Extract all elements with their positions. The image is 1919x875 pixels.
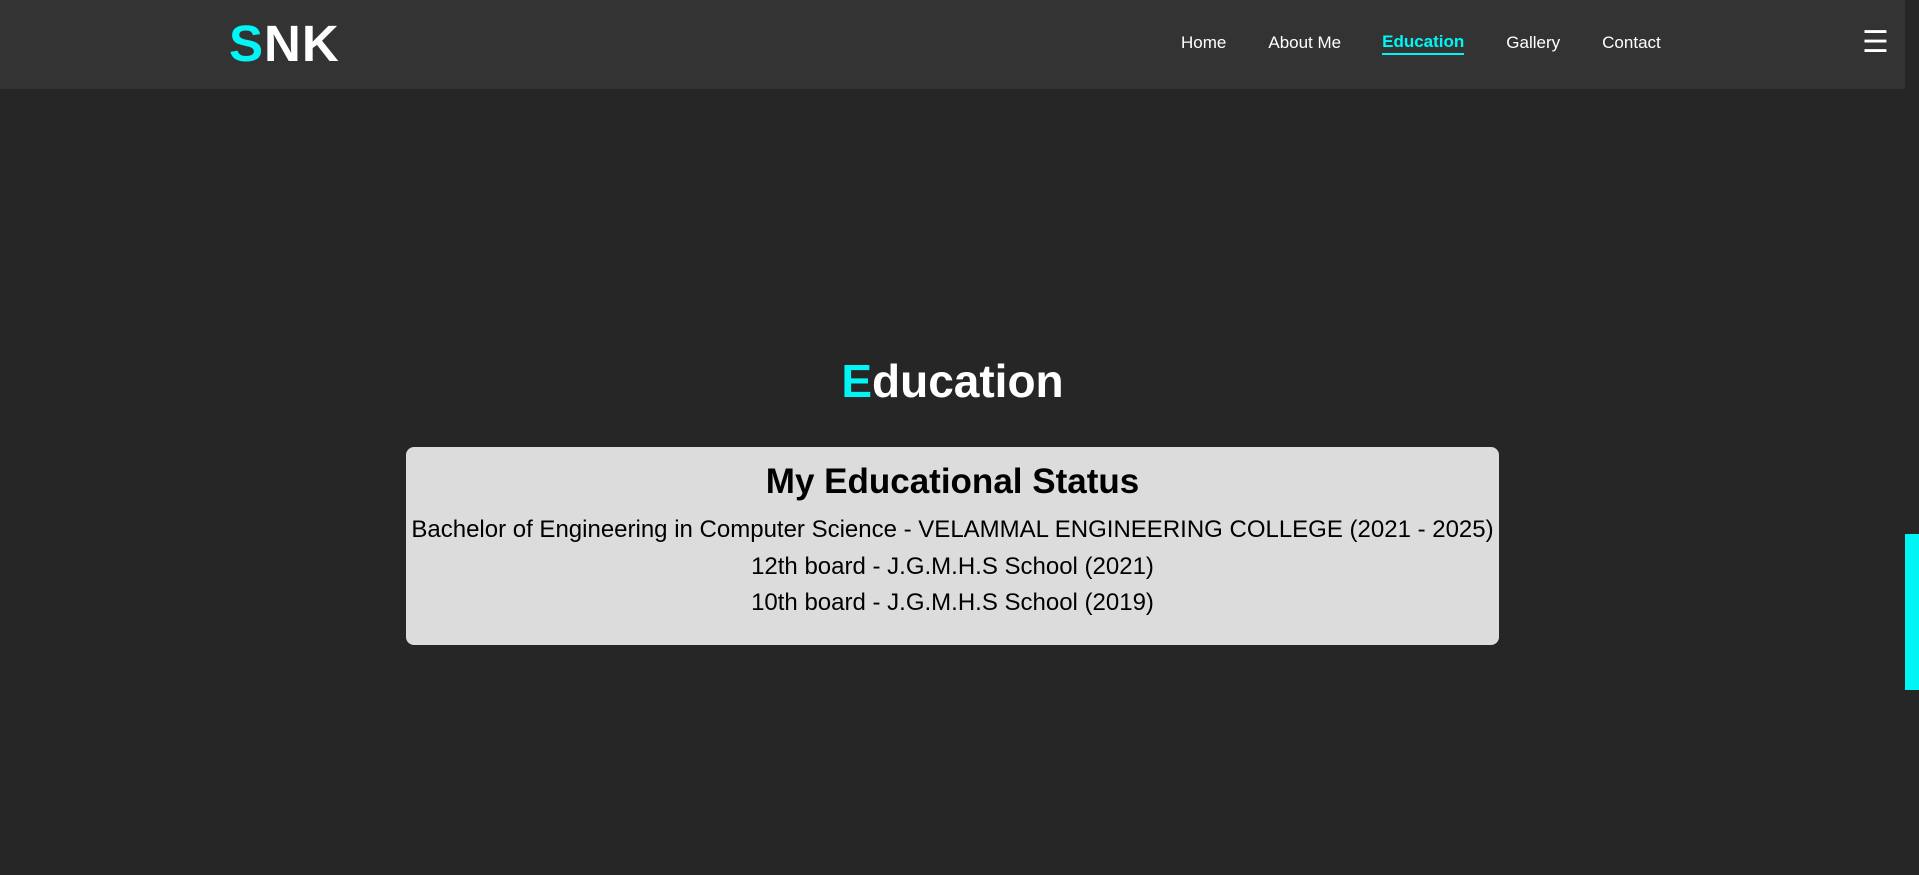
- title-text: ducation: [872, 355, 1064, 407]
- title-accent-letter: E: [841, 355, 872, 407]
- education-entry-10th: 10th board - J.G.M.H.S School (2019): [751, 589, 1154, 616]
- education-entry-bachelor: Bachelor of Engineering in Computer Scie…: [411, 516, 1494, 543]
- section-title: Education: [0, 352, 1905, 410]
- nav-gallery[interactable]: Gallery: [1506, 31, 1560, 55]
- scrollbar-track[interactable]: [1905, 0, 1919, 875]
- scrollbar-thumb[interactable]: [1905, 534, 1919, 690]
- nav-contact[interactable]: Contact: [1602, 31, 1661, 55]
- logo-accent-letter: S: [229, 15, 265, 72]
- hamburger-menu-icon[interactable]: ☰: [1862, 28, 1889, 58]
- card-title: My Educational Status: [765, 462, 1140, 501]
- main-nav: Home About Me Education Gallery Contact: [1181, 31, 1661, 55]
- page: SNK Home About Me Education Gallery Cont…: [0, 0, 1919, 875]
- nav-home[interactable]: Home: [1181, 31, 1226, 55]
- site-logo[interactable]: SNK: [229, 16, 340, 72]
- site-header: SNK Home About Me Education Gallery Cont…: [0, 0, 1905, 89]
- education-entry-12th: 12th board - J.G.M.H.S School (2021): [751, 553, 1154, 580]
- logo-text: NK: [264, 15, 340, 72]
- education-card: My Educational Status Bachelor of Engine…: [406, 447, 1499, 645]
- nav-education[interactable]: Education: [1382, 31, 1465, 55]
- nav-about-me[interactable]: About Me: [1268, 31, 1341, 55]
